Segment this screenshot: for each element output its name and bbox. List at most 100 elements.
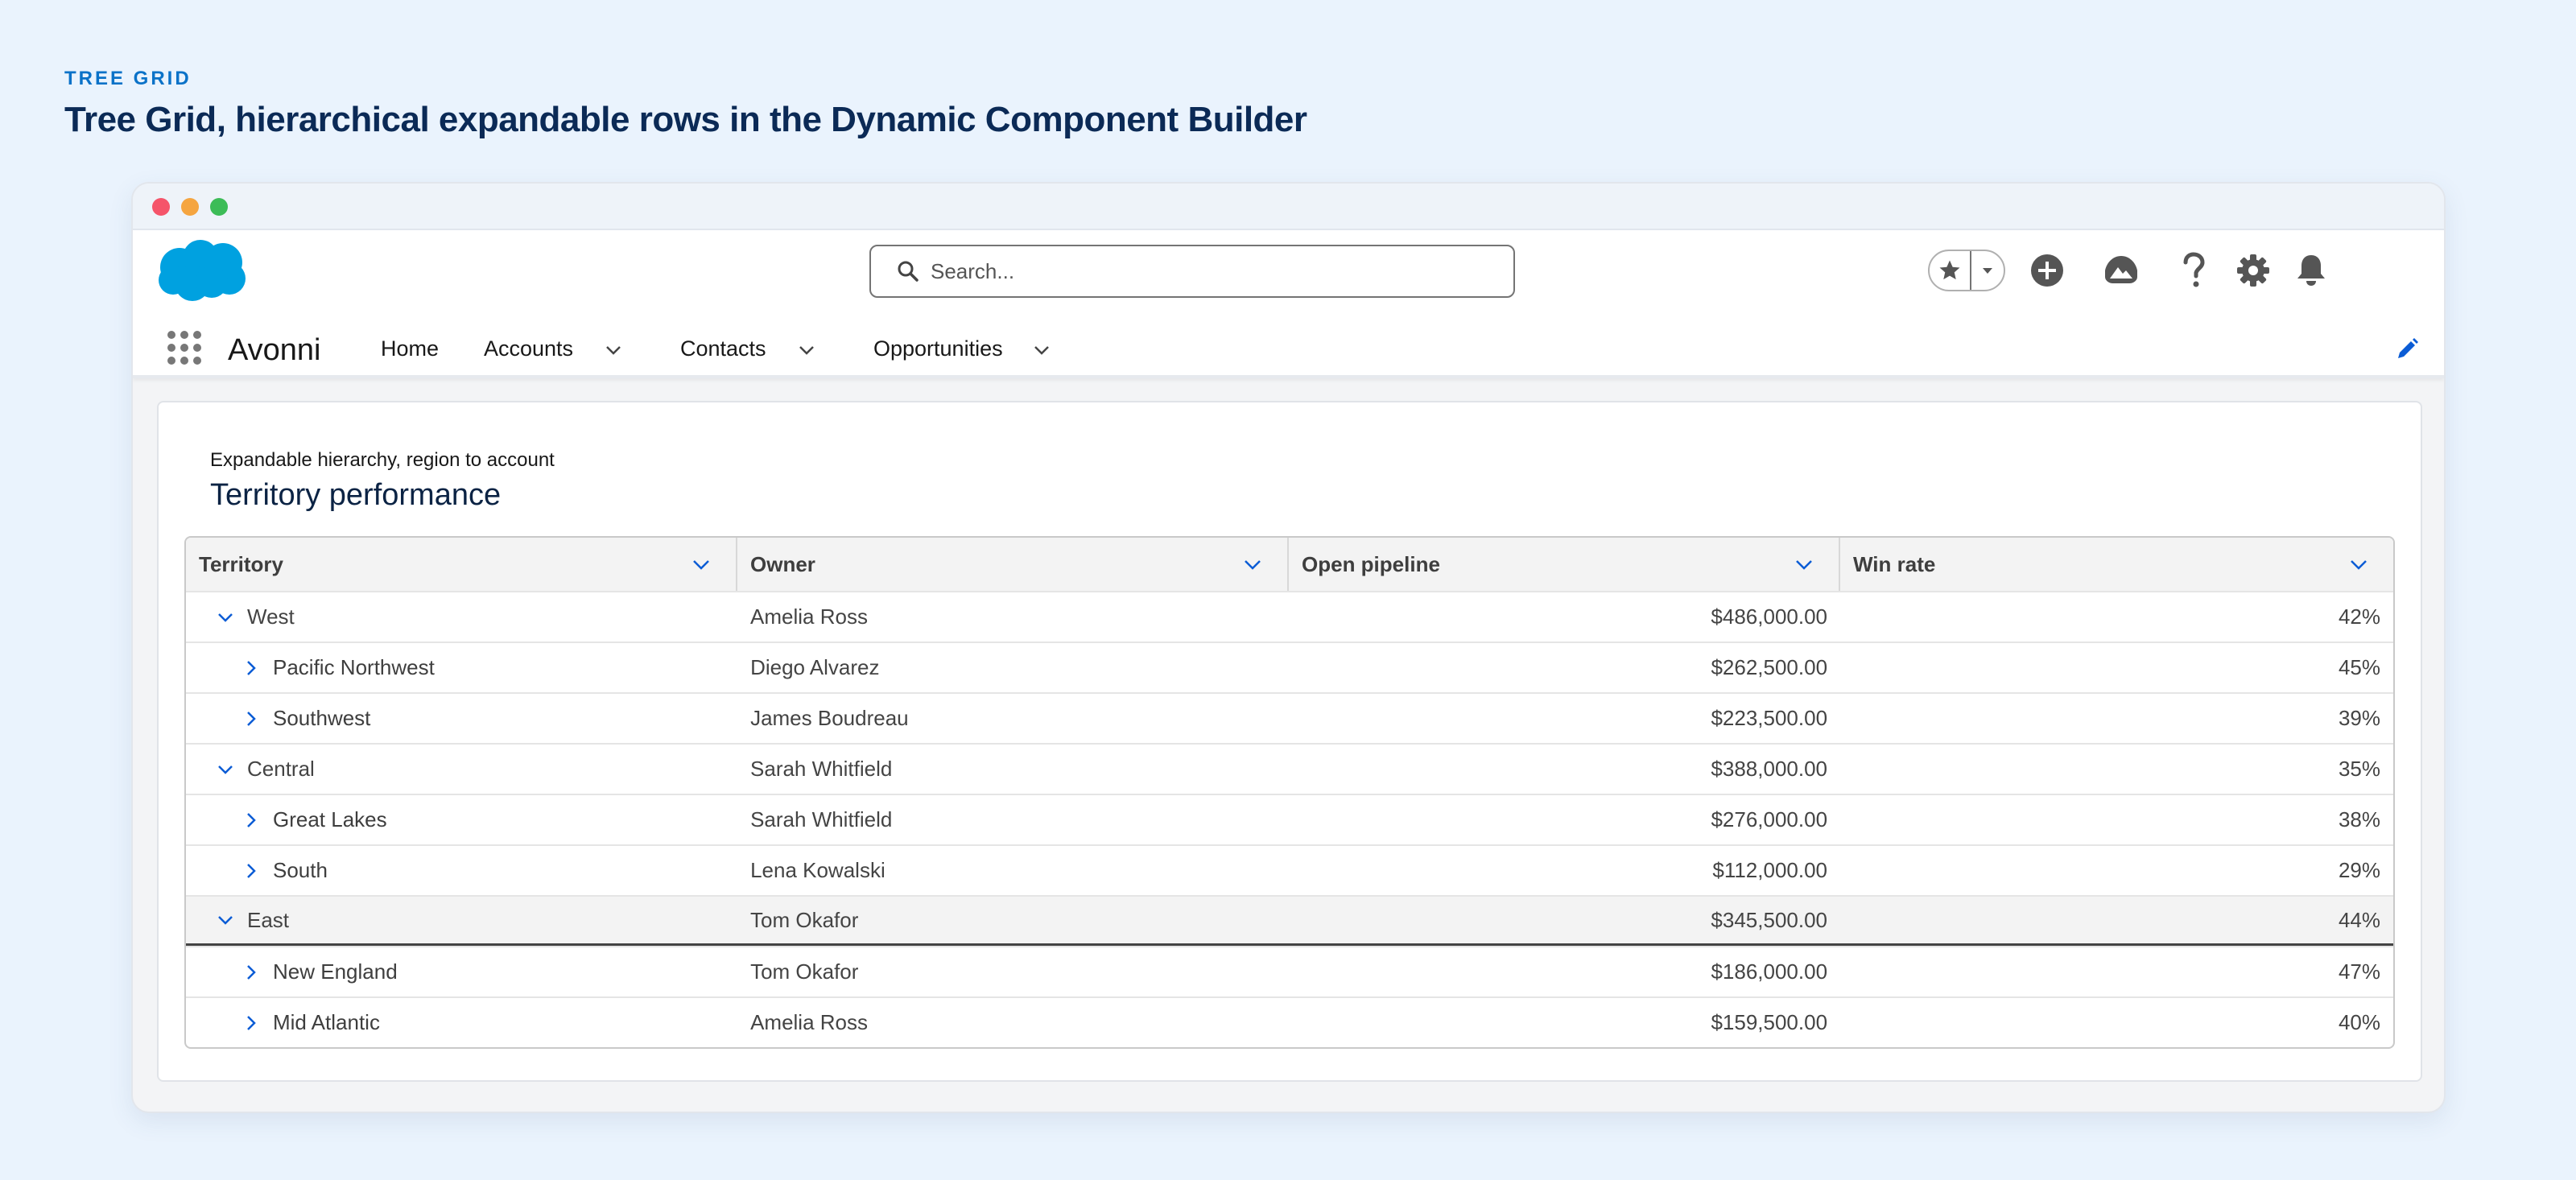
owner-cell: Lena Kowalski bbox=[750, 858, 886, 882]
column-menu-chevron-icon[interactable] bbox=[2347, 552, 2371, 576]
owner-cell: Tom Okafor bbox=[750, 907, 859, 932]
pipeline-cell: $486,000.00 bbox=[1711, 604, 1828, 629]
chevron-down-icon bbox=[218, 765, 233, 774]
expand-toggle[interactable] bbox=[239, 656, 263, 680]
territory-label: East bbox=[247, 907, 290, 932]
page-headline: Tree Grid, hierarchical expandable rows … bbox=[64, 100, 1307, 139]
territory-cell: Great Lakes bbox=[186, 795, 737, 844]
territory-card: Expandable hierarchy, region to account … bbox=[157, 401, 2422, 1082]
territory-cell: Mid Atlantic bbox=[186, 998, 737, 1047]
territory-label: Mid Atlantic bbox=[273, 1010, 380, 1034]
column-menu-chevron-icon[interactable] bbox=[1241, 552, 1265, 576]
tree-row-region[interactable]: West Amelia Ross $486,000.00 42% bbox=[186, 591, 2393, 642]
notifications-button[interactable] bbox=[2292, 251, 2330, 290]
chevron-down-icon bbox=[218, 916, 233, 925]
app-name: Avonni bbox=[228, 333, 321, 367]
favorite-star-button[interactable] bbox=[1930, 251, 1970, 290]
tree-row-region[interactable]: Central Sarah Whitfield $388,000.00 35% bbox=[186, 743, 2393, 794]
column-header-territory[interactable]: Territory bbox=[186, 538, 737, 591]
accounts-chevron-down-icon[interactable] bbox=[601, 338, 625, 362]
nav-item-opportunities[interactable]: Opportunities bbox=[873, 336, 1003, 361]
close-window-dot[interactable] bbox=[152, 198, 170, 216]
column-header-win-rate[interactable]: Win rate bbox=[1840, 538, 2393, 591]
pipeline-cell: $223,500.00 bbox=[1711, 706, 1828, 730]
territory-label: Great Lakes bbox=[273, 807, 387, 831]
owner-cell: Sarah Whitfield bbox=[750, 807, 893, 831]
caret-down-icon bbox=[1983, 268, 1992, 274]
pipeline-cell: $388,000.00 bbox=[1711, 757, 1828, 781]
pipeline-cell: $186,000.00 bbox=[1711, 959, 1828, 984]
column-menu-chevron-icon[interactable] bbox=[1792, 552, 1816, 576]
expand-toggle[interactable] bbox=[239, 859, 263, 883]
pipeline-cell: $262,500.00 bbox=[1711, 655, 1828, 679]
tree-row-subregion[interactable]: Great Lakes Sarah Whitfield $276,000.00 … bbox=[186, 794, 2393, 844]
gear-icon bbox=[2237, 254, 2269, 287]
win-rate-cell: 29% bbox=[2338, 858, 2381, 882]
territory-cell: Central bbox=[186, 745, 737, 794]
favorites-toggle[interactable] bbox=[1928, 250, 2005, 291]
app-launcher-waffle-icon[interactable] bbox=[165, 328, 204, 367]
tree-row-subregion[interactable]: Mid Atlantic Amelia Ross $159,500.00 40% bbox=[186, 996, 2393, 1047]
pipeline-cell: $345,500.00 bbox=[1711, 907, 1828, 932]
tree-row-subregion[interactable]: Southwest James Boudreau $223,500.00 39% bbox=[186, 692, 2393, 743]
territory-label: Pacific Northwest bbox=[273, 655, 435, 679]
collapse-toggle[interactable] bbox=[213, 908, 237, 932]
column-header-open-pipeline[interactable]: Open pipeline bbox=[1289, 538, 1840, 591]
favorites-menu-button[interactable] bbox=[1970, 251, 2004, 290]
bell-icon bbox=[2297, 255, 2325, 286]
star-icon bbox=[1939, 260, 1960, 280]
pipeline-cell: $112,000.00 bbox=[1712, 858, 1828, 882]
win-rate-cell: 40% bbox=[2338, 1010, 2381, 1034]
nav-item-contacts[interactable]: Contacts bbox=[680, 336, 766, 361]
territory-cell: New England bbox=[186, 947, 737, 996]
territory-cell: Southwest bbox=[186, 694, 737, 743]
territory-cell: South bbox=[186, 846, 737, 895]
column-menu-chevron-icon[interactable] bbox=[689, 552, 713, 576]
plus-circle-icon bbox=[2031, 254, 2063, 287]
setup-button[interactable] bbox=[2234, 251, 2273, 290]
chevron-right-icon bbox=[247, 863, 256, 878]
tree-row-subregion[interactable]: South Lena Kowalski $112,000.00 29% bbox=[186, 844, 2393, 895]
guidance-center-button[interactable] bbox=[2102, 251, 2140, 290]
expand-toggle[interactable] bbox=[239, 1011, 263, 1035]
trailhead-icon bbox=[2105, 256, 2137, 283]
search-input[interactable] bbox=[931, 258, 1478, 284]
column-header-owner[interactable]: Owner bbox=[737, 538, 1289, 591]
edit-nav-pencil-icon[interactable] bbox=[2394, 336, 2420, 362]
collapse-toggle[interactable] bbox=[213, 757, 237, 782]
territory-label: New England bbox=[273, 959, 398, 984]
expand-toggle[interactable] bbox=[239, 808, 263, 832]
owner-cell: Tom Okafor bbox=[750, 959, 859, 984]
nav-item-home[interactable]: Home bbox=[381, 336, 439, 361]
collapse-toggle[interactable] bbox=[213, 605, 237, 629]
column-label: Open pipeline bbox=[1302, 551, 1440, 576]
pipeline-cell: $159,500.00 bbox=[1711, 1010, 1828, 1034]
win-rate-cell: 44% bbox=[2338, 907, 2380, 932]
territory-label: Southwest bbox=[273, 706, 371, 730]
window-titlebar bbox=[133, 184, 2444, 230]
owner-cell: Amelia Ross bbox=[750, 604, 868, 629]
win-rate-cell: 47% bbox=[2338, 959, 2381, 984]
expand-toggle[interactable] bbox=[239, 960, 263, 984]
territory-label: Central bbox=[247, 757, 315, 781]
global-search-box[interactable] bbox=[869, 245, 1515, 298]
app-navigation-bar: Avonni Home Accounts Contacts Opportunit… bbox=[133, 319, 2444, 378]
column-label: Win rate bbox=[1853, 551, 1936, 576]
help-button[interactable] bbox=[2174, 251, 2213, 290]
tree-row-region-selected[interactable]: East Tom Okafor $345,500.00 44% bbox=[186, 895, 2393, 946]
territory-cell: East bbox=[186, 897, 737, 943]
salesforce-cloud-icon[interactable] bbox=[155, 237, 249, 303]
tree-row-subregion[interactable]: New England Tom Okafor $186,000.00 47% bbox=[186, 946, 2393, 996]
column-label: Owner bbox=[750, 551, 815, 576]
global-actions-button[interactable] bbox=[2028, 251, 2066, 290]
contacts-chevron-down-icon[interactable] bbox=[795, 338, 819, 362]
win-rate-cell: 35% bbox=[2338, 757, 2380, 781]
maximize-window-dot[interactable] bbox=[210, 198, 228, 216]
expand-toggle[interactable] bbox=[239, 707, 263, 731]
tree-row-subregion[interactable]: Pacific Northwest Diego Alvarez $262,500… bbox=[186, 642, 2393, 692]
chevron-right-icon bbox=[247, 1015, 256, 1030]
opportunities-chevron-down-icon[interactable] bbox=[1030, 338, 1054, 362]
card-title: Territory performance bbox=[210, 478, 502, 512]
minimize-window-dot[interactable] bbox=[181, 198, 199, 216]
nav-item-accounts[interactable]: Accounts bbox=[484, 336, 573, 361]
